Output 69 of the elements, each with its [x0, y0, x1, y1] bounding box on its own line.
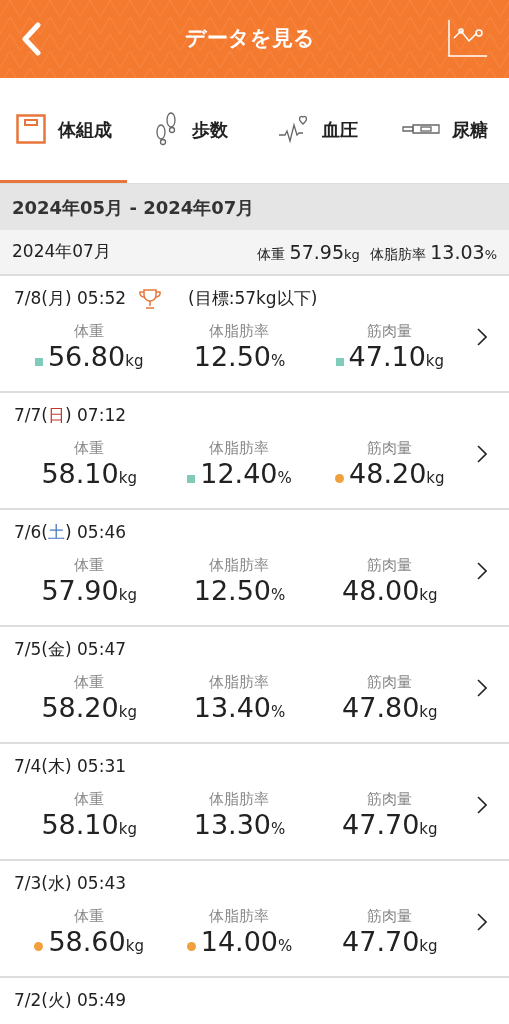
summary-value: 体脂肪率 13.03% [369, 239, 497, 265]
metric-label: 筋肉量 [367, 438, 413, 459]
record-date: 7/7(日) 07:12 [14, 404, 127, 428]
metric-label: 体重 [74, 789, 105, 810]
scale-icon [15, 114, 46, 144]
metric-label: 筋肉量 [367, 321, 413, 342]
metric-value: 47.10kg [348, 342, 445, 370]
metric-value: 13.40% [193, 693, 286, 721]
metric-value: 12.50% [193, 576, 286, 604]
record-row[interactable]: 7/8(月) 05:52 (目標:57kg以下) 体重 56.80kg 体脂肪率 12.50% 筋肉量 47.10kg [0, 276, 509, 393]
tab[interactable]: 歩数 [127, 78, 255, 183]
metric-value: 58.10kg [41, 459, 137, 487]
metric-value: 14.00% [200, 927, 293, 955]
record-date: 7/3(水) 05:43 [14, 872, 127, 896]
tab[interactable]: 血圧 [254, 78, 382, 183]
metric-value: 58.20kg [41, 693, 137, 721]
metric-value: 47.70kg [342, 927, 438, 955]
record-row[interactable]: 7/6(土) 05:46 体重 57.90kg 体脂肪率 12.50% 筋肉量 48.00kg [0, 510, 509, 627]
metric-label: 筋肉量 [367, 906, 413, 927]
record-row[interactable]: 7/5(金) 05:47 体重 58.20kg 体脂肪率 13.40% 筋肉量 47.80kg [0, 627, 509, 744]
record-row[interactable]: 7/2(火) 05:49 [0, 978, 509, 1024]
metric-value: 48.20kg [349, 459, 445, 487]
metric-label: 筋肉量 [367, 672, 413, 693]
metric-label: 体重 [74, 906, 105, 927]
chevron-right-icon [477, 796, 487, 814]
metric-label: 体脂肪率 [209, 906, 270, 927]
metric-label: 体脂肪率 [209, 321, 270, 342]
metric-label: 体重 [74, 321, 105, 342]
metric-label: 体脂肪率 [209, 789, 270, 810]
chevron-right-icon [477, 328, 487, 346]
record-date: 7/6(土) 05:46 [14, 521, 127, 545]
record-row[interactable]: 7/3(水) 05:43 体重 58.60kg 体脂肪率 14.00% 筋肉量 47.70kg [0, 861, 509, 978]
tab[interactable]: 尿糖 [381, 78, 509, 183]
metric-value: 58.10kg [41, 810, 137, 838]
metric-label: 体重 [74, 672, 105, 693]
metric-label: 体重 [74, 555, 105, 576]
metric-label: 体脂肪率 [209, 672, 270, 693]
record-date: 7/2(火) 05:49 [14, 989, 127, 1013]
metric-value: 47.80kg [342, 693, 438, 721]
summary-value: 体重 57.95kg [257, 239, 360, 265]
metric-value: 58.60kg [48, 927, 144, 955]
record-row[interactable]: 7/4(木) 05:31 体重 58.10kg 体脂肪率 13.30% 筋肉量 47.70kg [0, 744, 509, 861]
record-date: 7/4(木) 05:31 [14, 755, 127, 779]
page-title: データを見る [184, 25, 315, 53]
metric-label: 体重 [74, 438, 105, 459]
metric-value: 56.80kg [47, 342, 144, 370]
metric-label: 体脂肪率 [209, 555, 270, 576]
chevron-right-icon [477, 445, 487, 463]
goal-text: (目標:57kg以下) [188, 287, 318, 311]
chevron-right-icon [477, 562, 487, 580]
metric-label: 筋肉量 [367, 789, 413, 810]
metric-value: 57.90kg [41, 576, 137, 604]
metric-value: 12.50% [193, 342, 286, 370]
metric-value: 47.70kg [342, 810, 438, 838]
chevron-right-icon [477, 913, 487, 931]
metric-label: 体脂肪率 [209, 438, 270, 459]
date-range: 2024年05月 - 2024年07月 [12, 195, 255, 220]
record-date: 7/8(月) 05:52 [14, 287, 127, 311]
test-strip-icon [402, 122, 441, 136]
metric-value: 13.30% [193, 810, 286, 838]
metric-label: 筋肉量 [367, 555, 413, 576]
chevron-right-icon [477, 679, 487, 697]
record-date: 7/5(金) 05:47 [14, 638, 127, 662]
metric-value: 48.00kg [342, 576, 438, 604]
metric-value: 12.40% [200, 459, 292, 487]
trophy-icon [138, 288, 163, 310]
chart-button[interactable] [447, 18, 489, 60]
record-row[interactable]: 7/7(日) 07:12 体重 58.10kg 体脂肪率 12.40% 筋肉量 48.20kg [0, 393, 509, 510]
month-label: 2024年07月 [12, 240, 111, 264]
